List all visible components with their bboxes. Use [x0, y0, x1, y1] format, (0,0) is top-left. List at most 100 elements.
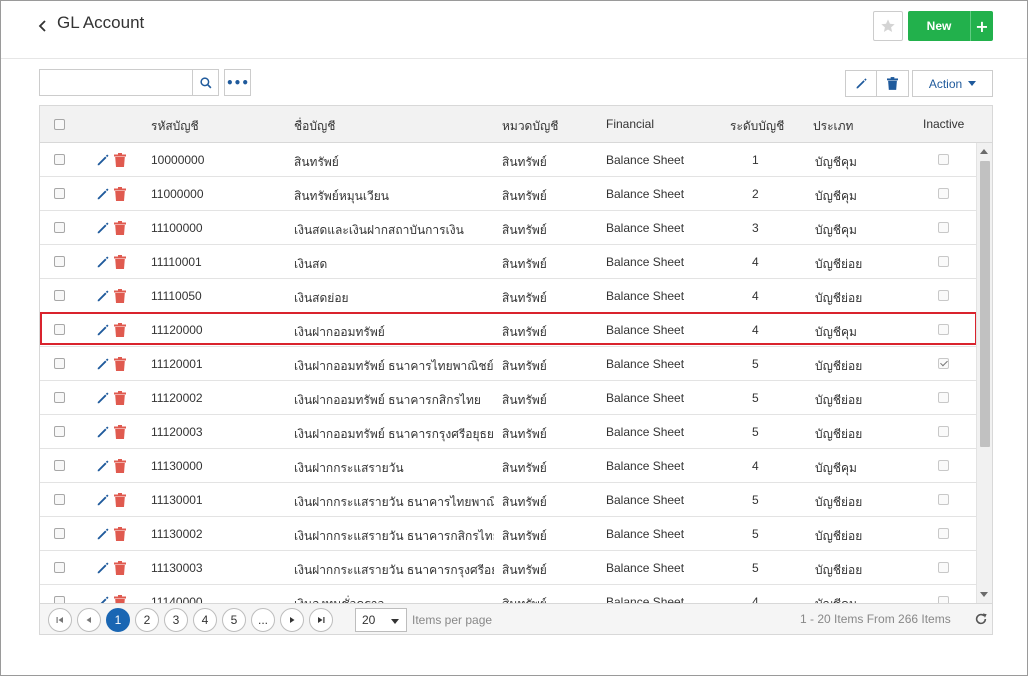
column-header-financial[interactable]: Financial: [606, 117, 654, 131]
row-select-checkbox[interactable]: [54, 426, 65, 437]
pencil-icon[interactable]: [96, 391, 110, 405]
cell-name: เงินสดย่อย: [294, 291, 349, 305]
column-header-code[interactable]: รหัสบัญชี: [151, 117, 199, 136]
row-select-checkbox[interactable]: [54, 460, 65, 471]
table-row[interactable]: 11130003 เงินฝากกระแสรายวัน ธนาคารกรุงศรี…: [40, 551, 976, 585]
pencil-icon[interactable]: [96, 561, 110, 575]
pencil-icon[interactable]: [96, 153, 110, 167]
row-select-checkbox[interactable]: [54, 596, 65, 603]
trash-icon[interactable]: [114, 153, 126, 167]
table-row[interactable]: 11120002 เงินฝากออมทรัพย์ ธนาคารกสิกรไทย ส…: [40, 381, 976, 415]
star-icon: [881, 19, 895, 32]
search-input[interactable]: [39, 69, 193, 96]
pencil-icon[interactable]: [96, 425, 110, 439]
pencil-icon[interactable]: [96, 459, 110, 473]
table-row[interactable]: 11110001 เงินสด สินทรัพย์ Balance Sheet 4 บัญ…: [40, 245, 976, 279]
scroll-down-arrow-icon[interactable]: [980, 592, 988, 597]
table-row[interactable]: 11130001 เงินฝากกระแสรายวัน ธนาคารไทยพาณิ…: [40, 483, 976, 517]
scroll-up-arrow-icon[interactable]: [980, 149, 988, 154]
pencil-icon[interactable]: [96, 289, 110, 303]
row-select-checkbox[interactable]: [54, 358, 65, 369]
page-button[interactable]: 5: [222, 608, 246, 632]
trash-icon[interactable]: [114, 425, 126, 439]
table-row[interactable]: 11120000 เงินฝากออมทรัพย์ สินทรัพย์ Balance…: [40, 313, 976, 347]
vertical-scrollbar[interactable]: [976, 143, 992, 603]
trash-icon[interactable]: [114, 391, 126, 405]
column-header-name[interactable]: ชื่อบัญชี: [294, 117, 335, 136]
bulk-delete-button[interactable]: [877, 70, 909, 97]
cell-name: เงินฝากออมทรัพย์: [294, 325, 385, 339]
trash-icon[interactable]: [114, 493, 126, 507]
page-button[interactable]: 1: [106, 608, 130, 632]
column-header-inactive[interactable]: Inactive: [923, 117, 964, 131]
table-row[interactable]: 11140000 เงินลงทุนชั่วคราว สินทรัพย์ Balanc…: [40, 585, 976, 603]
row-select-checkbox[interactable]: [54, 154, 65, 165]
cell-code: 10000000: [151, 153, 205, 167]
cell-group: สินทรัพย์: [502, 223, 547, 237]
row-select-checkbox[interactable]: [54, 324, 65, 335]
trash-icon[interactable]: [114, 221, 126, 235]
cell-name: เงินฝากกระแสรายวัน: [294, 461, 404, 475]
select-all-checkbox[interactable]: [54, 119, 65, 130]
pencil-icon[interactable]: [96, 187, 110, 201]
column-header-group[interactable]: หมวดบัญชี: [502, 117, 558, 136]
table-row[interactable]: 11000000 สินทรัพย์หมุนเวียน สินทรัพย์ Balan…: [40, 177, 976, 211]
last-page-button[interactable]: [309, 608, 333, 632]
row-select-checkbox[interactable]: [54, 222, 65, 233]
pencil-icon[interactable]: [96, 493, 110, 507]
pencil-icon[interactable]: [96, 527, 110, 541]
page-button[interactable]: ...: [251, 608, 275, 632]
trash-icon[interactable]: [114, 323, 126, 337]
pencil-icon[interactable]: [96, 221, 110, 235]
new-button[interactable]: New: [908, 11, 970, 41]
trash-icon[interactable]: [114, 561, 126, 575]
pencil-icon[interactable]: [96, 357, 110, 371]
table-row[interactable]: 11120003 เงินฝากออมทรัพย์ ธนาคารกรุงศรีอย…: [40, 415, 976, 449]
inactive-checkbox: [938, 256, 949, 267]
first-page-button[interactable]: [48, 608, 72, 632]
pencil-icon[interactable]: [96, 323, 110, 337]
next-page-button[interactable]: [280, 608, 304, 632]
trash-icon[interactable]: [114, 255, 126, 269]
trash-icon[interactable]: [114, 459, 126, 473]
bulk-edit-button[interactable]: [845, 70, 877, 97]
trash-icon[interactable]: [114, 595, 126, 603]
favorite-button[interactable]: [873, 11, 903, 41]
page-button[interactable]: 2: [135, 608, 159, 632]
search-button[interactable]: [192, 69, 219, 96]
trash-icon[interactable]: [114, 187, 126, 201]
pencil-icon[interactable]: [96, 255, 110, 269]
page-size-select[interactable]: 20: [355, 608, 407, 632]
back-button[interactable]: [35, 16, 51, 36]
inactive-checkbox: [938, 528, 949, 539]
scrollbar-thumb[interactable]: [980, 161, 990, 447]
row-select-checkbox[interactable]: [54, 494, 65, 505]
trash-icon[interactable]: [114, 289, 126, 303]
row-select-checkbox[interactable]: [54, 392, 65, 403]
cell-name: เงินฝากกระแสรายวัน ธนาคารกรุงศรีอยุ...: [294, 563, 494, 577]
page-button[interactable]: 4: [193, 608, 217, 632]
more-options-button[interactable]: •••: [224, 69, 251, 96]
inactive-checkbox: [938, 562, 949, 573]
trash-icon[interactable]: [114, 357, 126, 371]
table-row[interactable]: 11130000 เงินฝากกระแสรายวัน สินทรัพย์ Balan…: [40, 449, 976, 483]
row-select-checkbox[interactable]: [54, 256, 65, 267]
refresh-icon[interactable]: [974, 612, 988, 626]
trash-icon[interactable]: [114, 527, 126, 541]
table-row[interactable]: 10000000 สินทรัพย์ สินทรัพย์ Balance Sheet 1…: [40, 143, 976, 177]
table-row[interactable]: 11100000 เงินสดและเงินฝากสถาบันการเงิน สิน…: [40, 211, 976, 245]
new-dropdown-button[interactable]: +: [970, 11, 993, 41]
pencil-icon[interactable]: [96, 595, 110, 603]
table-row[interactable]: 11110050 เงินสดย่อย สินทรัพย์ Balance Sheet…: [40, 279, 976, 313]
prev-page-button[interactable]: [77, 608, 101, 632]
row-select-checkbox[interactable]: [54, 290, 65, 301]
row-select-checkbox[interactable]: [54, 562, 65, 573]
table-row[interactable]: 11120001 เงินฝากออมทรัพย์ ธนาคารไทยพาณิชย…: [40, 347, 976, 381]
row-select-checkbox[interactable]: [54, 528, 65, 539]
page-button[interactable]: 3: [164, 608, 188, 632]
column-header-type[interactable]: ประเภท: [813, 117, 853, 136]
column-header-level[interactable]: ระดับบัญชี: [730, 117, 784, 136]
action-dropdown[interactable]: Action: [912, 70, 993, 97]
row-select-checkbox[interactable]: [54, 188, 65, 199]
table-row[interactable]: 11130002 เงินฝากกระแสรายวัน ธนาคารกสิกรไท…: [40, 517, 976, 551]
